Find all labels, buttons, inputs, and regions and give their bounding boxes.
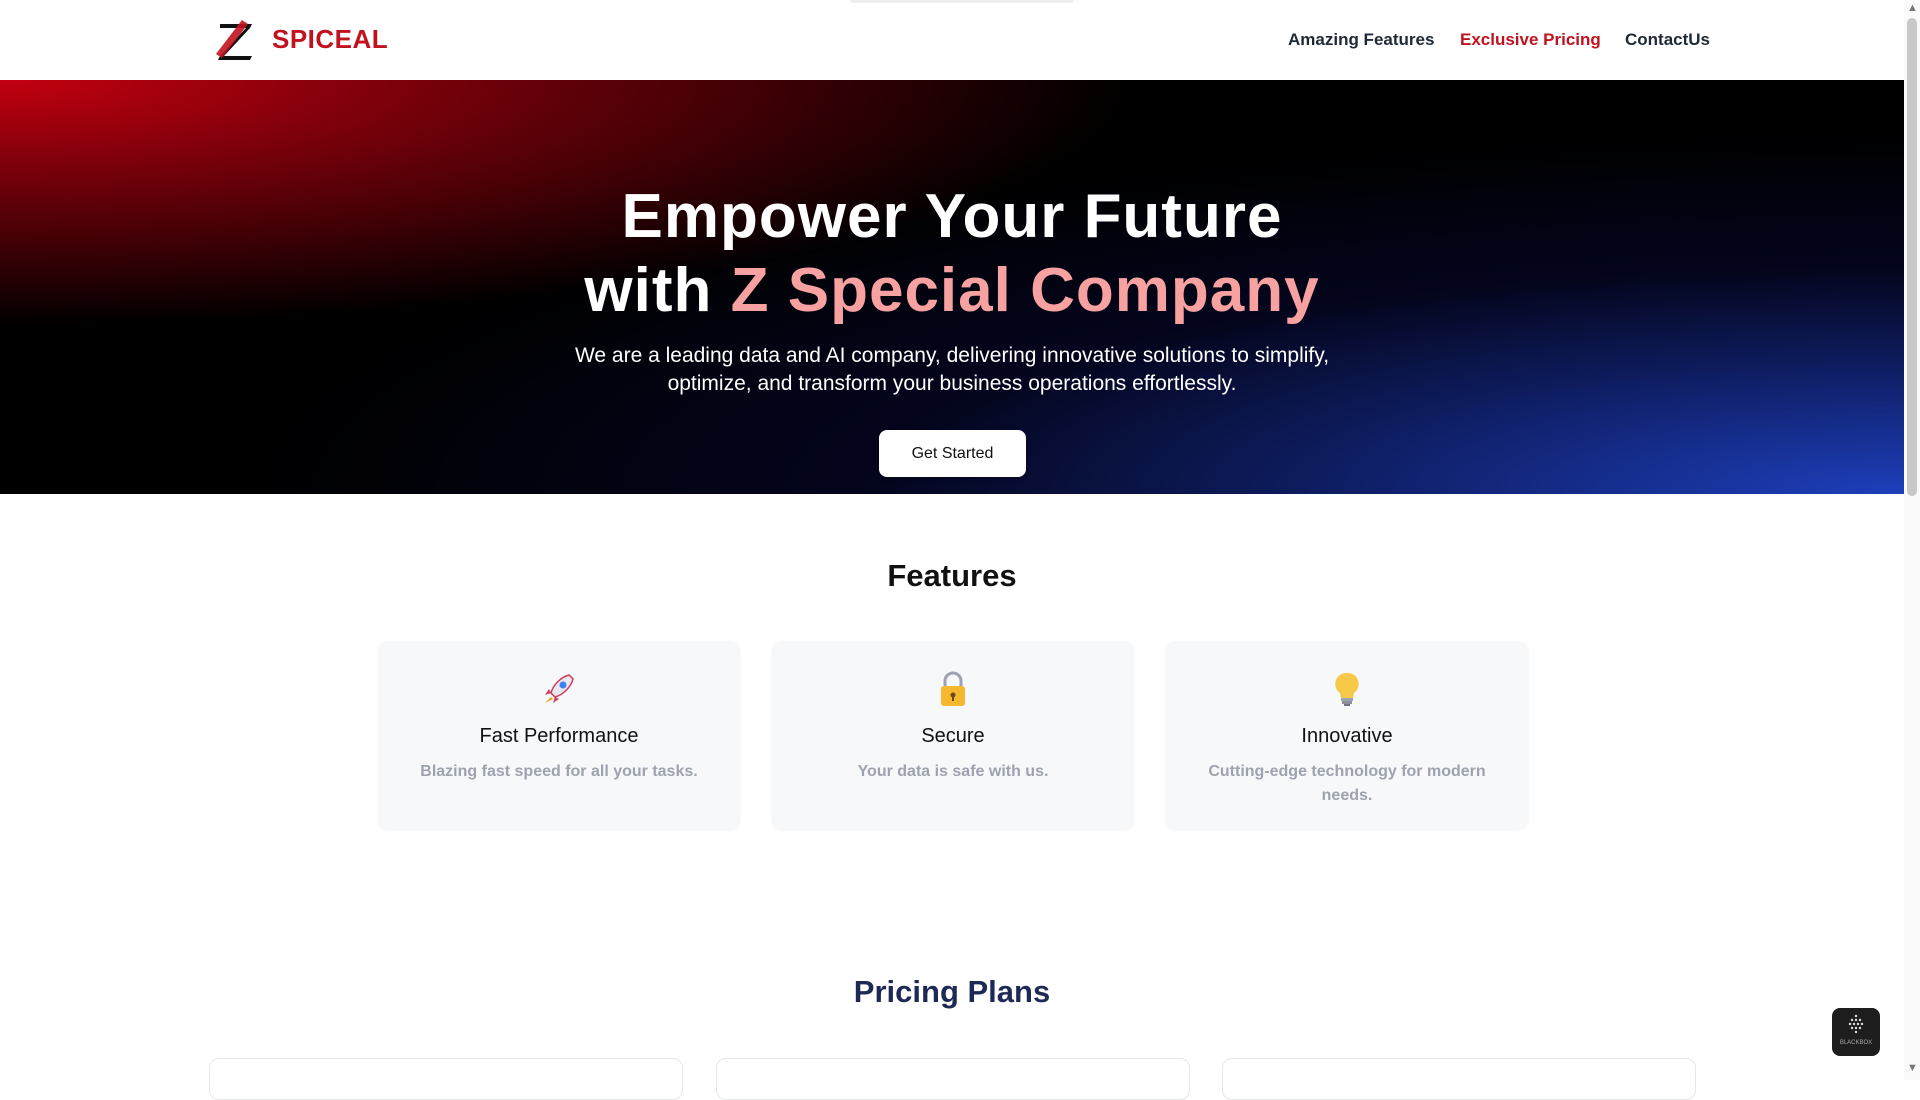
page-scrollbar[interactable]: ▲ ▼ [1904, 0, 1920, 1080]
pricing-card [716, 1058, 1190, 1100]
top-indicator [850, 0, 1074, 3]
feature-title: Secure [921, 725, 985, 747]
feature-title: Fast Performance [479, 725, 639, 747]
nav-amazing-features[interactable]: Amazing Features [1288, 30, 1434, 50]
chat-widget-button[interactable]: BLACKBOX [1832, 1008, 1880, 1056]
pricing-card [209, 1058, 683, 1100]
hero-title: Empower Your Future with Z Special Compa… [0, 180, 1904, 328]
feature-title: Innovative [1301, 725, 1393, 747]
scrollbar-thumb[interactable] [1907, 18, 1917, 496]
site-header: SPICEAL Amazing Features Exclusive Prici… [0, 0, 1904, 81]
hero-title-line1: Empower Your Future [621, 182, 1283, 251]
lock-icon [772, 669, 1134, 714]
logo-icon[interactable] [212, 18, 260, 62]
scroll-down-icon[interactable]: ▼ [1907, 1062, 1918, 1074]
lightbulb-icon [1166, 669, 1528, 714]
get-started-button[interactable]: Get Started [879, 430, 1026, 477]
feature-card: Secure Your data is safe with us. [772, 641, 1134, 829]
scroll-up-icon[interactable]: ▲ [1907, 2, 1918, 14]
nav-exclusive-pricing[interactable]: Exclusive Pricing [1460, 30, 1601, 50]
feature-card: Innovative Cutting-edge technology for m… [1166, 641, 1528, 829]
hero-subtitle: We are a leading data and AI company, de… [574, 344, 1330, 395]
rocket-icon [378, 669, 740, 714]
feature-card: Fast Performance Blazing fast speed for … [378, 641, 740, 829]
hero-section: Empower Your Future with Z Special Compa… [0, 80, 1904, 494]
hero-title-prefix: with [584, 256, 713, 325]
dots-icon [1848, 1014, 1864, 1034]
brand-name[interactable]: SPICEAL [272, 24, 388, 55]
hero-title-line2: with Z Special Company [0, 254, 1904, 328]
features-title: Features [887, 558, 1017, 593]
nav-contact-us[interactable]: ContactUs [1625, 30, 1710, 50]
feature-description: Your data is safe with us. [857, 763, 1049, 780]
feature-description: Cutting-edge technology for modern needs… [1208, 763, 1486, 804]
widget-label: BLACKBOX [1839, 1040, 1873, 1046]
feature-description: Blazing fast speed for all your tasks. [420, 763, 698, 780]
hero-title-accent: Z Special Company [730, 256, 1320, 325]
pricing-title: Pricing Plans [853, 974, 1051, 1009]
pricing-card [1222, 1058, 1696, 1100]
